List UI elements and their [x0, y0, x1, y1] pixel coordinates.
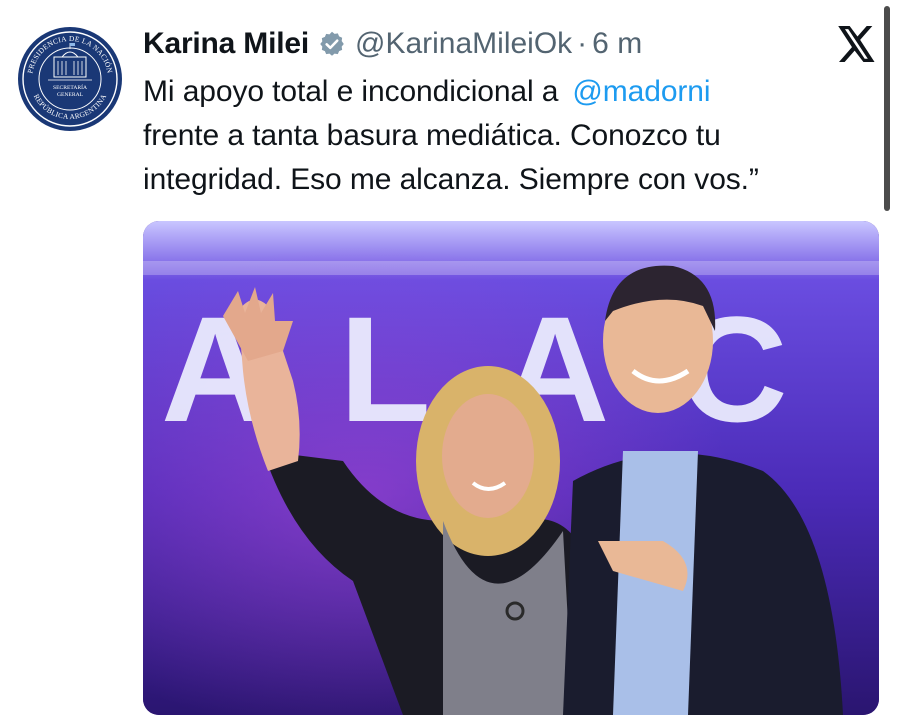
photo-scene: ALAC	[143, 221, 879, 715]
tweet-text-prefix: Mi apoyo total e incondicional a	[143, 75, 559, 108]
tweet-text: Mi apoyo total e incondicional a @madorni…	[143, 70, 863, 202]
tweet-text-line2: frente a tanta basura mediática. Conozco…	[143, 119, 721, 152]
avatar[interactable]: PRESIDENCIA DE LA NACIÓN REPÚBLICA ARGEN…	[18, 27, 122, 131]
seal-center-line2: GENERAL	[57, 92, 84, 98]
seal-center-line1: SECRETARÍA	[53, 83, 87, 91]
tweet-card[interactable]: PRESIDENCIA DE LA NACIÓN REPÚBLICA ARGEN…	[0, 0, 899, 720]
verified-badge-icon[interactable]	[318, 30, 346, 58]
scrollbar[interactable]	[884, 6, 890, 211]
x-logo-icon[interactable]	[838, 26, 876, 62]
mention-link[interactable]: @madorni	[572, 75, 710, 108]
author-name[interactable]: Karina Milei	[143, 27, 309, 61]
author-handle[interactable]: @KarinaMileiOk	[355, 27, 572, 61]
tweet-text-line3: integridad. Eso me alcanza. Siempre con …	[143, 163, 759, 196]
tweet-text-line1: Mi apoyo total e incondicional a @madorni	[143, 70, 863, 114]
tweet-photo[interactable]: ALAC	[143, 221, 879, 715]
separator-dot: ·	[577, 27, 588, 60]
tweet-header: Karina Milei @KarinaMileiOk · 6 m	[143, 22, 642, 66]
government-seal-icon: PRESIDENCIA DE LA NACIÓN REPÚBLICA ARGEN…	[20, 29, 120, 129]
timestamp[interactable]: 6 m	[592, 27, 642, 61]
